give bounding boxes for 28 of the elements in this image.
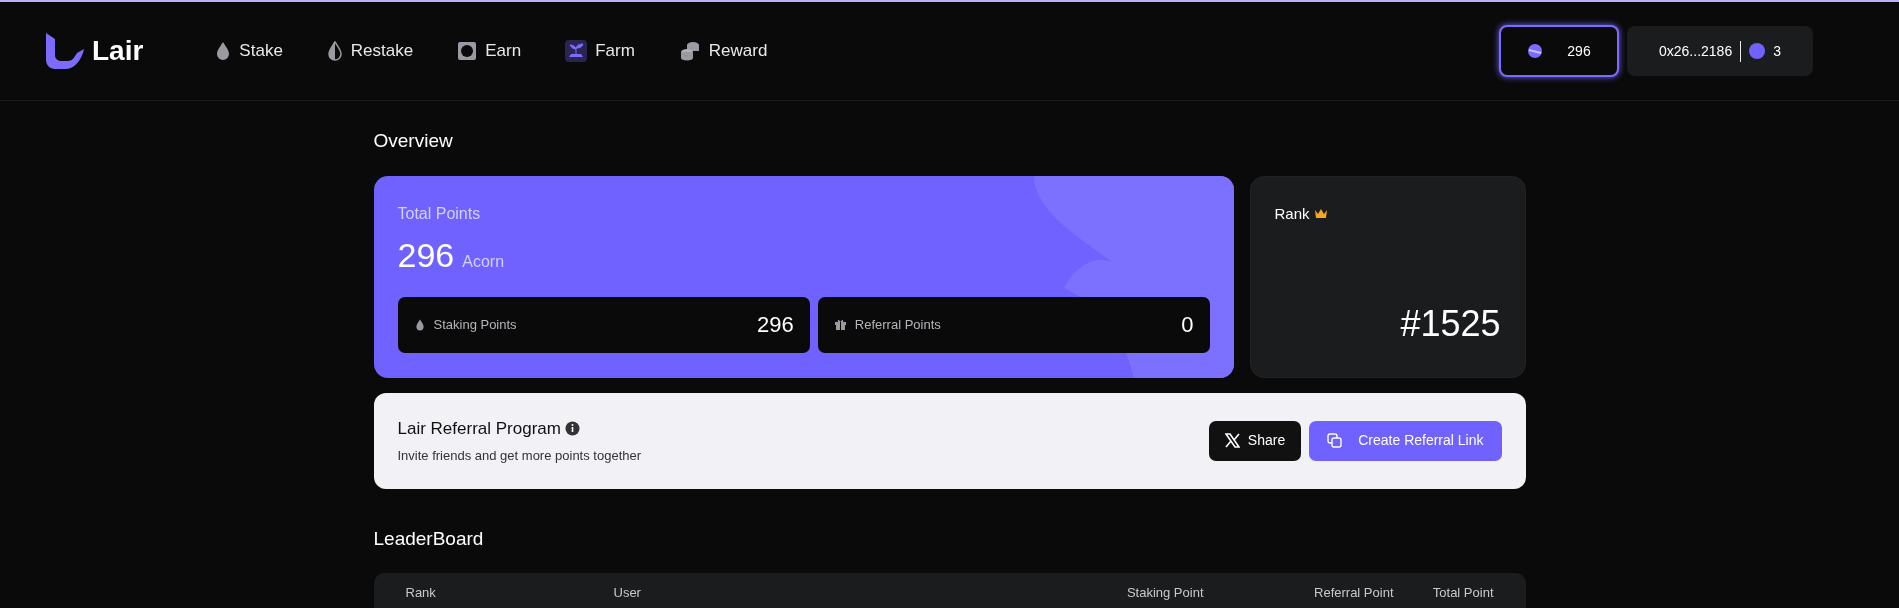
column-header: Total Point	[1431, 584, 1494, 602]
create-link-button[interactable]: Create Referral Link	[1309, 420, 1502, 461]
total-points-label: Total Points	[397, 203, 482, 224]
column-header: User	[613, 584, 642, 602]
wallet-button[interactable]: 0x26...2186 3	[1627, 26, 1813, 76]
nav-link[interactable]: Farm	[595, 38, 635, 64]
section-title: LeaderBoard	[373, 526, 485, 551]
rank-value: #1525	[1399, 301, 1501, 346]
share-button[interactable]: Share	[1208, 420, 1302, 461]
points-button[interactable]: 296	[1499, 25, 1619, 77]
panel-label: Referral Points	[854, 315, 941, 334]
column-header: Referral Point	[1313, 584, 1394, 602]
brand-name[interactable]: Lair	[92, 30, 144, 72]
column-header: Staking Point	[1125, 584, 1204, 602]
nav-link[interactable]: Earn	[485, 38, 522, 64]
referral-subtitle: Invite friends and get more points together	[397, 446, 642, 465]
panel-value: 296	[757, 311, 794, 339]
total-points-value: 296	[397, 234, 455, 276]
unit-label: Acorn	[462, 251, 505, 272]
nav-link[interactable]: Stake	[239, 38, 283, 64]
referral-title: Lair Referral Program	[397, 418, 561, 440]
nav-link[interactable]: Reward	[708, 38, 768, 64]
panel-value: 0	[1181, 311, 1194, 339]
nav-link[interactable]: Restake	[350, 38, 414, 64]
panel-label: Staking Points	[433, 315, 517, 334]
column-header: Rank	[405, 584, 437, 602]
section-title: Overview	[373, 129, 454, 153]
rank-label: Rank	[1274, 203, 1310, 224]
